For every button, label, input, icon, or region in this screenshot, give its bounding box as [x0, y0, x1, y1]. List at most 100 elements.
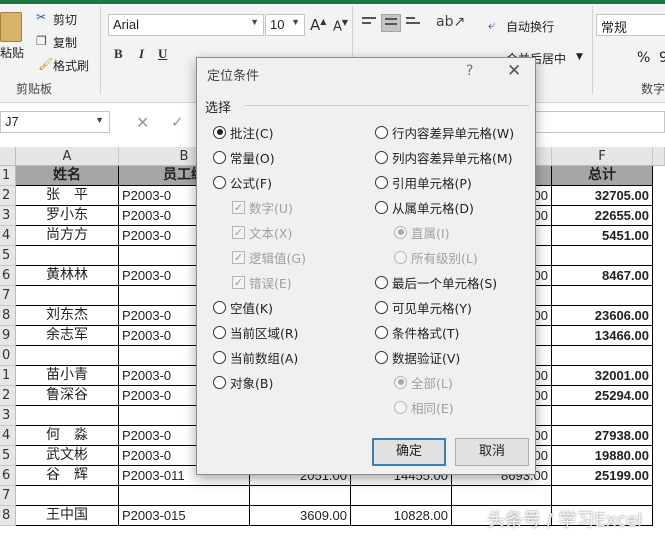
font-name-select[interactable]: Arial ▼	[108, 14, 264, 36]
cell-f[interactable]	[552, 486, 653, 506]
option-visible-cells[interactable]: 可见单元格(Y)	[375, 297, 472, 317]
cell-a[interactable]: 谷 辉	[16, 466, 119, 486]
ok-button[interactable]: 确定	[372, 438, 446, 466]
cell-f[interactable]: 25199.00	[552, 466, 653, 486]
cell-f[interactable]: 27938.00	[552, 426, 653, 446]
confirm-entry-icon[interactable]: ✓	[171, 113, 184, 131]
cell-f[interactable]: 总计	[552, 166, 653, 186]
radio-icon[interactable]	[375, 275, 388, 289]
radio-icon[interactable]	[213, 125, 226, 139]
column-header-g[interactable]	[653, 147, 665, 166]
row-header[interactable]: 4	[0, 226, 16, 246]
cell-f[interactable]: 22655.00	[552, 206, 653, 226]
orientation-icon[interactable]: ab↗	[436, 14, 465, 30]
cut-button[interactable]: 剪切	[53, 11, 77, 28]
row-header[interactable]: 1	[0, 166, 16, 186]
row-header[interactable]: 5	[0, 446, 16, 466]
radio-icon[interactable]	[375, 350, 388, 364]
cell-f[interactable]: 19880.00	[552, 446, 653, 466]
cell-a[interactable]: 武文彬	[16, 446, 119, 466]
increase-font-icon[interactable]: A▲	[310, 16, 326, 34]
paste-button-label[interactable]: 粘贴	[0, 44, 24, 61]
cell-f[interactable]	[552, 406, 653, 426]
row-header[interactable]: 8	[0, 506, 16, 526]
radio-icon[interactable]	[375, 150, 388, 164]
radio-icon[interactable]	[375, 175, 388, 189]
cell-a[interactable]: 鲁深谷	[16, 386, 119, 406]
cell-f[interactable]: 32001.00	[552, 366, 653, 386]
radio-icon[interactable]	[213, 300, 226, 314]
radio-icon[interactable]	[213, 175, 226, 189]
font-size-select[interactable]: 10 ▼	[265, 14, 305, 36]
row-header[interactable]: 3	[0, 406, 16, 426]
cell-f[interactable]	[552, 346, 653, 366]
column-header-f[interactable]: F	[552, 147, 653, 166]
cut-icon[interactable]: ✂	[36, 10, 46, 24]
cell-f[interactable]: 13466.00	[552, 326, 653, 346]
row-header[interactable]: 7	[0, 286, 16, 306]
row-header[interactable]: 2	[0, 386, 16, 406]
copy-button[interactable]: 复制	[53, 34, 77, 51]
radio-icon[interactable]	[213, 325, 226, 339]
option-conditional-formats[interactable]: 条件格式(T)	[375, 322, 459, 342]
option-last-cell[interactable]: 最后一个单元格(S)	[375, 272, 497, 292]
cell-a[interactable]: 苗小青	[16, 366, 119, 386]
formula-input[interactable]	[535, 111, 665, 133]
cell-a[interactable]	[16, 286, 119, 306]
copy-icon[interactable]: ❐	[36, 34, 47, 48]
name-box[interactable]: J7 ▼	[0, 111, 110, 133]
cell-f[interactable]: 32705.00	[552, 186, 653, 206]
row-header[interactable]: 0	[0, 346, 16, 366]
option-current-region[interactable]: 当前区域(R)	[213, 322, 298, 342]
underline-button[interactable]: U	[158, 46, 167, 62]
cell-d[interactable]	[351, 486, 452, 506]
row-header[interactable]: 6	[0, 466, 16, 486]
decrease-font-icon[interactable]: A▼	[333, 18, 348, 34]
align-bottom-icon[interactable]	[403, 14, 423, 32]
chevron-down-icon[interactable]: ▼	[576, 52, 583, 62]
row-header[interactable]: 7	[0, 486, 16, 506]
cell-a[interactable]: 尚方方	[16, 226, 119, 246]
align-middle-icon[interactable]	[381, 14, 401, 32]
italic-button[interactable]: I	[139, 46, 144, 62]
cell-d[interactable]: 10828.00	[351, 506, 452, 526]
cell-a[interactable]: 张 平	[16, 186, 119, 206]
cell-b[interactable]	[119, 486, 250, 506]
comma-style-button[interactable]: 9	[659, 50, 665, 66]
cell-c[interactable]	[250, 486, 351, 506]
wrap-text-icon[interactable]: ⤶	[488, 18, 495, 33]
cell-a[interactable]: 王中国	[16, 506, 119, 526]
cell-a[interactable]: 刘东杰	[16, 306, 119, 326]
option-objects[interactable]: 对象(B)	[213, 372, 273, 392]
cell-a[interactable]: 黄林林	[16, 266, 119, 286]
row-header[interactable]: 6	[0, 266, 16, 286]
cell-a[interactable]: 罗小东	[16, 206, 119, 226]
option-comments[interactable]: 批注(C)	[213, 122, 273, 142]
cell-a[interactable]	[16, 406, 119, 426]
row-header[interactable]: 9	[0, 326, 16, 346]
cell-f[interactable]	[552, 246, 653, 266]
close-icon[interactable]: ✕	[507, 61, 521, 81]
row-header[interactable]: 2	[0, 186, 16, 206]
row-header[interactable]: 3	[0, 206, 16, 226]
paste-icon[interactable]	[0, 12, 22, 42]
cell-a[interactable]: 余志军	[16, 326, 119, 346]
format-painter-icon[interactable]: 🖌	[38, 57, 53, 71]
cell-a[interactable]	[16, 246, 119, 266]
option-formulas[interactable]: 公式(F)	[213, 172, 272, 192]
radio-icon[interactable]	[213, 150, 226, 164]
cell-a[interactable]: 何 淼	[16, 426, 119, 446]
bold-button[interactable]: B	[114, 46, 123, 62]
percent-style-button[interactable]: %	[637, 50, 650, 66]
wrap-text-button[interactable]: 自动换行	[506, 18, 554, 35]
row-header[interactable]: 5	[0, 246, 16, 266]
option-row-differences[interactable]: 行内容差异单元格(W)	[375, 122, 514, 142]
cell-b[interactable]: P2003-015	[119, 506, 250, 526]
cell-f[interactable]: 8467.00	[552, 266, 653, 286]
radio-icon[interactable]	[375, 325, 388, 339]
radio-icon[interactable]	[213, 350, 226, 364]
cell-c[interactable]: 3609.00	[250, 506, 351, 526]
row-header[interactable]: 1	[0, 366, 16, 386]
select-all-corner[interactable]	[0, 147, 16, 166]
cell-f[interactable]: 23606.00	[552, 306, 653, 326]
